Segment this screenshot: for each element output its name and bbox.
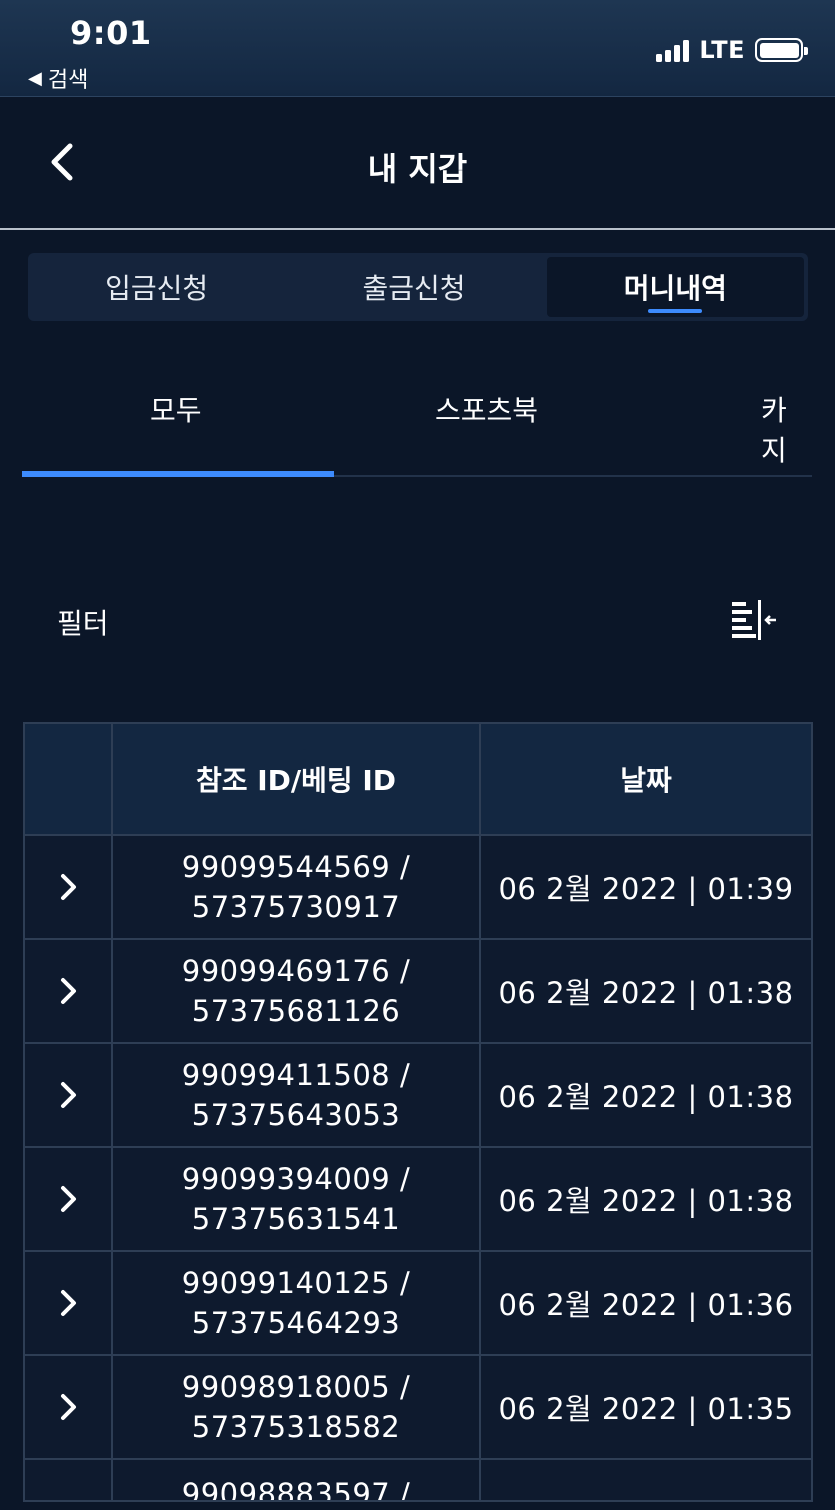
- tab-casino[interactable]: 카지: [761, 389, 812, 469]
- tab-withdraw-request[interactable]: 출금신청: [285, 253, 542, 321]
- active-subtab-indicator: [22, 471, 334, 477]
- signal-strength-icon: [656, 38, 690, 62]
- ref-id: 99098918005 /: [181, 1370, 411, 1404]
- tab-label: 출금신청: [362, 272, 466, 305]
- tab-all[interactable]: 모두: [150, 389, 202, 429]
- ref-id: 99099469176 /: [181, 954, 411, 988]
- expand-row-button[interactable]: [48, 1283, 88, 1323]
- bet-id: 57375318582: [191, 1410, 401, 1444]
- table-row[interactable]: 99099469176 / 57375681126 06 2월 2022 | 01…: [25, 940, 811, 1044]
- row-date: 06 2월 2022 | 01:38: [498, 1080, 794, 1114]
- filter-collapse-icon: [732, 600, 776, 640]
- row-date: 06 2월 2022 | 01:38: [498, 1184, 794, 1218]
- tab-money-history[interactable]: 머니내역: [546, 257, 804, 317]
- expand-row-button[interactable]: [48, 867, 88, 907]
- ref-id: 99099394009 /: [181, 1162, 411, 1196]
- header-date: 날짜: [620, 764, 672, 797]
- active-tab-indicator: [648, 309, 703, 313]
- bet-id: 57375730917: [191, 890, 401, 924]
- expand-row-button[interactable]: [48, 971, 88, 1011]
- ref-id: 99099140125 /: [181, 1266, 411, 1300]
- chevron-right-icon: [61, 1290, 76, 1316]
- bet-id: 57375631541: [191, 1202, 401, 1236]
- table-row[interactable]: 99099411508 / 57375643053 06 2월 2022 | 01…: [25, 1044, 811, 1148]
- bet-id: 57375643053: [191, 1098, 401, 1132]
- wallet-tabs: 입금신청 출금신청 머니내역: [28, 253, 808, 321]
- app-header: 내 지갑: [0, 98, 835, 230]
- back-triangle-icon: ◀: [28, 67, 42, 89]
- bet-id: 57375464293: [191, 1306, 401, 1340]
- row-date: 06 2월 2022 | 01:36: [498, 1288, 794, 1322]
- status-bar: 9:01 ◀ 검색 LTE: [0, 0, 835, 97]
- category-tabs: 모두 스포츠북 카지: [22, 365, 812, 477]
- expand-row-button[interactable]: [48, 1387, 88, 1427]
- table-header: 참조 ID/베팅 ID 날짜: [25, 724, 811, 836]
- header-ref-bet-id: 참조 ID/베팅 ID: [113, 724, 481, 834]
- table-row[interactable]: 99098883597 /: [25, 1460, 811, 1500]
- chevron-right-icon: [61, 874, 76, 900]
- filter-label[interactable]: 필터: [57, 602, 109, 642]
- ref-id: 99099544569 /: [181, 850, 411, 884]
- expand-row-button[interactable]: [48, 1075, 88, 1115]
- ref-id: 99098883597 /: [181, 1477, 411, 1500]
- page-title: 내 지갑: [367, 150, 468, 188]
- row-date: 06 2월 2022 | 01:39: [498, 872, 794, 906]
- table-row[interactable]: 99099544569 / 57375730917 06 2월 2022 | 01…: [25, 836, 811, 940]
- money-history-table: 참조 ID/베팅 ID 날짜 99099544569 / 57375730917 …: [23, 722, 813, 1502]
- chevron-right-icon: [61, 1186, 76, 1212]
- status-back-link[interactable]: ◀ 검색: [28, 62, 88, 94]
- tab-deposit-request[interactable]: 입금신청: [28, 253, 285, 321]
- filter-button[interactable]: [728, 598, 780, 642]
- tab-label: 머니내역: [623, 272, 727, 305]
- table-row[interactable]: 99098918005 / 57375318582 06 2월 2022 | 01…: [25, 1356, 811, 1460]
- table-row[interactable]: 99099394009 / 57375631541 06 2월 2022 | 01…: [25, 1148, 811, 1252]
- row-date: 06 2월 2022 | 01:38: [498, 976, 794, 1010]
- bet-id: 57375681126: [191, 994, 401, 1028]
- header-expand-column: [25, 724, 113, 834]
- network-type: LTE: [699, 36, 745, 64]
- status-back-label: 검색: [47, 68, 89, 93]
- table-row[interactable]: 99099140125 / 57375464293 06 2월 2022 | 01…: [25, 1252, 811, 1356]
- tab-label: 입금신청: [105, 272, 209, 305]
- status-indicators: LTE: [656, 36, 808, 64]
- ref-id: 99099411508 /: [181, 1058, 411, 1092]
- chevron-right-icon: [61, 1082, 76, 1108]
- chevron-right-icon: [61, 1394, 76, 1420]
- tab-sportsbook[interactable]: 스포츠북: [435, 389, 538, 429]
- status-time: 9:01: [70, 14, 152, 52]
- expand-row-button[interactable]: [48, 1179, 88, 1219]
- row-date: 06 2월 2022 | 01:35: [498, 1392, 794, 1426]
- battery-icon: [755, 38, 808, 62]
- chevron-right-icon: [61, 978, 76, 1004]
- wallet-page: 9:01 ◀ 검색 LTE 내 지갑 입금신청 출금신청 머니내역 모두 스포츠…: [0, 0, 835, 1510]
